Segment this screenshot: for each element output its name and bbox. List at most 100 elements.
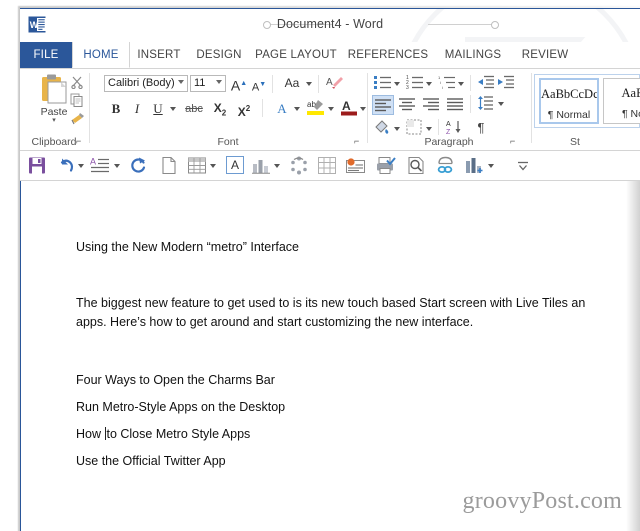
print-check-icon[interactable] bbox=[376, 156, 396, 175]
increase-indent-icon[interactable] bbox=[498, 75, 514, 89]
undo-icon[interactable] bbox=[58, 156, 75, 175]
divider-font-b bbox=[318, 75, 319, 93]
underline-button[interactable]: U bbox=[150, 99, 166, 118]
chart-object-icon[interactable] bbox=[252, 156, 270, 175]
superscript-index: 2 bbox=[245, 104, 251, 113]
svg-text:A: A bbox=[446, 121, 451, 128]
new-document-icon[interactable] bbox=[162, 156, 177, 175]
tab-insert[interactable]: INSERT bbox=[130, 42, 188, 68]
text-effects-button[interactable]: A bbox=[272, 99, 292, 118]
text-highlight-icon[interactable]: ab bbox=[306, 98, 326, 117]
decrease-indent-icon[interactable] bbox=[478, 75, 494, 89]
style-set-icon[interactable]: A bbox=[90, 156, 110, 175]
change-case-button[interactable]: Aa bbox=[280, 74, 304, 93]
insert-table-caret-icon[interactable] bbox=[210, 164, 216, 168]
tab-home[interactable]: HOME bbox=[72, 42, 130, 68]
clipboard-dialog-launcher[interactable] bbox=[76, 137, 85, 146]
save-icon[interactable] bbox=[28, 156, 46, 175]
subscript-button[interactable]: X2 bbox=[210, 99, 230, 118]
insert-table-icon[interactable] bbox=[188, 156, 206, 175]
tab-review[interactable]: REVIEW bbox=[512, 42, 578, 68]
clear-formatting-icon[interactable]: A bbox=[326, 74, 344, 92]
multilevel-list-icon[interactable]: 1ii bbox=[438, 75, 456, 89]
ribbon-tab-strip: FILE HOME INSERT DESIGN PAGE LAYOUT REFE… bbox=[20, 42, 640, 69]
align-right-icon bbox=[423, 98, 439, 111]
tab-mailings[interactable]: MAILINGS bbox=[434, 42, 512, 68]
divider-font-c bbox=[262, 99, 263, 117]
shrink-font-button[interactable]: A▼ bbox=[250, 75, 268, 94]
shading-caret-icon[interactable] bbox=[394, 127, 400, 131]
document-list-item-1: Four Ways to Open the Charms Bar bbox=[76, 373, 275, 387]
borders-caret-icon[interactable] bbox=[426, 127, 432, 131]
chart-object-caret-icon[interactable] bbox=[274, 164, 280, 168]
rotate-icon[interactable] bbox=[290, 156, 308, 175]
bold-button[interactable]: B bbox=[108, 99, 124, 118]
list-item-3-after: to Close Metro Style Apps bbox=[106, 427, 251, 441]
grow-font-button[interactable]: A▲ bbox=[230, 74, 248, 94]
hyperlink-icon[interactable] bbox=[436, 156, 455, 175]
align-left-button[interactable] bbox=[372, 95, 394, 115]
bullet-list-icon[interactable] bbox=[374, 75, 392, 89]
svg-text:A: A bbox=[326, 77, 333, 88]
insert-chart-icon[interactable] bbox=[466, 156, 484, 175]
insert-chart-caret-icon[interactable] bbox=[488, 164, 494, 168]
tab-page-layout[interactable]: PAGE LAYOUT bbox=[250, 42, 342, 68]
font-color-icon[interactable]: A bbox=[340, 98, 358, 117]
callout-icon[interactable] bbox=[346, 156, 365, 175]
highlight-caret-icon[interactable] bbox=[328, 107, 334, 111]
align-right-button[interactable] bbox=[420, 95, 442, 115]
paragraph-dialog-launcher[interactable] bbox=[510, 137, 519, 146]
format-painter-icon[interactable] bbox=[70, 111, 86, 125]
show-paragraph-marks-button[interactable]: ¶ bbox=[472, 118, 490, 137]
svg-text:i: i bbox=[440, 80, 441, 85]
style-normal-preview: AaBbCcDc bbox=[541, 87, 597, 101]
style-no-spacing-label: ¶ No bbox=[622, 108, 640, 120]
strikethrough-button[interactable]: abc bbox=[182, 100, 206, 119]
line-spacing-icon[interactable] bbox=[478, 95, 494, 111]
copy-icon[interactable] bbox=[70, 93, 84, 107]
tab-references[interactable]: REFERENCES bbox=[342, 42, 434, 68]
font-name-combo[interactable]: Calibri (Body) bbox=[104, 75, 188, 92]
underline-caret-icon[interactable] bbox=[170, 107, 176, 111]
sort-icon[interactable]: A Z bbox=[446, 119, 464, 135]
font-dialog-launcher[interactable] bbox=[354, 137, 363, 146]
customize-qat-icon[interactable] bbox=[516, 156, 530, 175]
document-canvas[interactable]: Using the New Modern “metro” Interface T… bbox=[20, 181, 640, 531]
title-bar: W Document4 - Word bbox=[20, 9, 640, 42]
style-no-spacing[interactable]: AaB ¶ No bbox=[603, 78, 640, 124]
italic-button[interactable]: I bbox=[130, 99, 144, 118]
divider-paragraph-a bbox=[470, 75, 471, 91]
print-preview-icon[interactable] bbox=[408, 156, 425, 175]
tab-file[interactable]: FILE bbox=[20, 42, 72, 68]
scissors-icon[interactable] bbox=[70, 75, 84, 89]
subscript-label: X bbox=[213, 101, 222, 115]
font-size-combo[interactable]: 11 bbox=[190, 75, 226, 92]
style-set-caret-icon[interactable] bbox=[114, 164, 120, 168]
font-name-caret-icon bbox=[178, 80, 184, 84]
bullet-list-caret-icon[interactable] bbox=[394, 82, 400, 86]
title-decoration-right bbox=[428, 24, 494, 25]
word-window: W Document4 - Word FILE HOME INSERT DESI… bbox=[20, 8, 640, 531]
numbered-list-caret-icon[interactable] bbox=[426, 82, 432, 86]
page-left-edge bbox=[20, 181, 21, 531]
shading-icon[interactable] bbox=[374, 119, 392, 135]
tab-design[interactable]: DESIGN bbox=[188, 42, 250, 68]
text-effects-caret-icon[interactable] bbox=[294, 107, 300, 111]
grid-icon[interactable] bbox=[318, 156, 336, 175]
document-page[interactable]: Using the New Modern “metro” Interface T… bbox=[20, 181, 640, 531]
align-center-button[interactable] bbox=[396, 95, 418, 115]
numbered-list-icon[interactable]: 123 bbox=[406, 75, 424, 89]
line-spacing-caret-icon[interactable] bbox=[498, 102, 504, 106]
group-label-font: Font bbox=[217, 136, 239, 148]
undo-caret-icon[interactable] bbox=[78, 164, 84, 168]
font-color-caret-icon[interactable] bbox=[360, 107, 366, 111]
redo-icon[interactable] bbox=[130, 156, 147, 175]
superscript-button[interactable]: X2 bbox=[234, 99, 254, 119]
text-box-icon[interactable]: A bbox=[226, 156, 244, 174]
page-right-shadow bbox=[626, 181, 640, 531]
borders-icon[interactable] bbox=[406, 119, 422, 135]
justify-button[interactable] bbox=[444, 95, 466, 115]
change-case-caret-icon[interactable] bbox=[306, 82, 312, 86]
style-normal[interactable]: AaBbCcDc ¶ Normal bbox=[539, 78, 599, 124]
multilevel-list-caret-icon[interactable] bbox=[458, 82, 464, 86]
